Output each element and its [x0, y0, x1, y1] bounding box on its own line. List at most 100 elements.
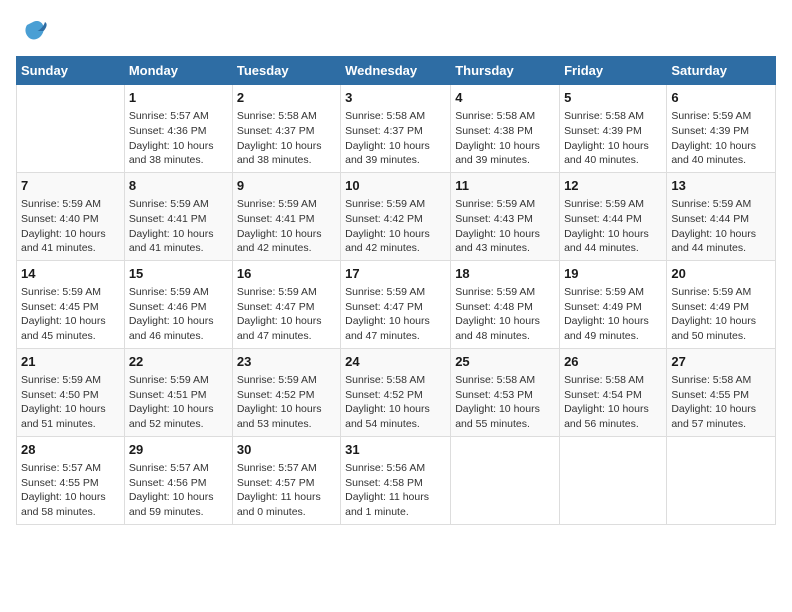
day-info: Sunrise: 5:58 AM Sunset: 4:55 PM Dayligh… — [671, 373, 771, 432]
calendar-cell: 18 Sunrise: 5:59 AM Sunset: 4:48 PM Dayli… — [451, 260, 560, 348]
day-number: 9 — [237, 177, 336, 195]
day-info: Sunrise: 5:59 AM Sunset: 4:44 PM Dayligh… — [564, 197, 662, 256]
calendar-row: 1 Sunrise: 5:57 AM Sunset: 4:36 PM Daylig… — [17, 85, 776, 173]
day-info: Sunrise: 5:58 AM Sunset: 4:52 PM Dayligh… — [345, 373, 446, 432]
calendar-cell: 29 Sunrise: 5:57 AM Sunset: 4:56 PM Dayli… — [124, 436, 232, 524]
day-number: 22 — [129, 353, 228, 371]
day-info: Sunrise: 5:59 AM Sunset: 4:41 PM Dayligh… — [237, 197, 336, 256]
calendar-table: SundayMondayTuesdayWednesdayThursdayFrid… — [16, 56, 776, 525]
calendar-cell: 13 Sunrise: 5:59 AM Sunset: 4:44 PM Dayli… — [667, 172, 776, 260]
calendar-row: 28 Sunrise: 5:57 AM Sunset: 4:55 PM Dayli… — [17, 436, 776, 524]
day-number: 16 — [237, 265, 336, 283]
day-number: 24 — [345, 353, 446, 371]
calendar-cell: 16 Sunrise: 5:59 AM Sunset: 4:47 PM Dayli… — [232, 260, 340, 348]
logo — [16, 16, 48, 46]
day-number: 12 — [564, 177, 662, 195]
weekday-header-sunday: Sunday — [17, 57, 125, 85]
day-info: Sunrise: 5:57 AM Sunset: 4:56 PM Dayligh… — [129, 461, 228, 520]
day-info: Sunrise: 5:59 AM Sunset: 4:50 PM Dayligh… — [21, 373, 120, 432]
calendar-cell: 11 Sunrise: 5:59 AM Sunset: 4:43 PM Dayli… — [451, 172, 560, 260]
day-info: Sunrise: 5:57 AM Sunset: 4:36 PM Dayligh… — [129, 109, 228, 168]
day-info: Sunrise: 5:58 AM Sunset: 4:37 PM Dayligh… — [237, 109, 336, 168]
weekday-header-row: SundayMondayTuesdayWednesdayThursdayFrid… — [17, 57, 776, 85]
day-info: Sunrise: 5:59 AM Sunset: 4:45 PM Dayligh… — [21, 285, 120, 344]
calendar-cell — [667, 436, 776, 524]
calendar-cell: 28 Sunrise: 5:57 AM Sunset: 4:55 PM Dayli… — [17, 436, 125, 524]
day-info: Sunrise: 5:58 AM Sunset: 4:39 PM Dayligh… — [564, 109, 662, 168]
day-info: Sunrise: 5:59 AM Sunset: 4:48 PM Dayligh… — [455, 285, 555, 344]
calendar-cell: 17 Sunrise: 5:59 AM Sunset: 4:47 PM Dayli… — [341, 260, 451, 348]
calendar-cell: 23 Sunrise: 5:59 AM Sunset: 4:52 PM Dayli… — [232, 348, 340, 436]
day-info: Sunrise: 5:59 AM Sunset: 4:49 PM Dayligh… — [671, 285, 771, 344]
day-number: 27 — [671, 353, 771, 371]
day-number: 4 — [455, 89, 555, 107]
logo-bird-icon — [18, 16, 48, 46]
day-number: 1 — [129, 89, 228, 107]
calendar-cell: 12 Sunrise: 5:59 AM Sunset: 4:44 PM Dayli… — [560, 172, 667, 260]
weekday-header-monday: Monday — [124, 57, 232, 85]
day-number: 10 — [345, 177, 446, 195]
calendar-header: SundayMondayTuesdayWednesdayThursdayFrid… — [17, 57, 776, 85]
calendar-cell: 25Sunrise: 5:58 AM Sunset: 4:53 PM Dayli… — [451, 348, 560, 436]
day-info: Sunrise: 5:59 AM Sunset: 4:46 PM Dayligh… — [129, 285, 228, 344]
day-number: 14 — [21, 265, 120, 283]
day-info: Sunrise: 5:59 AM Sunset: 4:41 PM Dayligh… — [129, 197, 228, 256]
calendar-cell: 30Sunrise: 5:57 AM Sunset: 4:57 PM Dayli… — [232, 436, 340, 524]
calendar-cell: 15Sunrise: 5:59 AM Sunset: 4:46 PM Dayli… — [124, 260, 232, 348]
page-header — [16, 16, 776, 46]
calendar-row: 14 Sunrise: 5:59 AM Sunset: 4:45 PM Dayli… — [17, 260, 776, 348]
day-number: 29 — [129, 441, 228, 459]
calendar-cell: 2 Sunrise: 5:58 AM Sunset: 4:37 PM Daylig… — [232, 85, 340, 173]
calendar-cell: 22 Sunrise: 5:59 AM Sunset: 4:51 PM Dayli… — [124, 348, 232, 436]
calendar-cell: 8Sunrise: 5:59 AM Sunset: 4:41 PM Daylig… — [124, 172, 232, 260]
day-info: Sunrise: 5:59 AM Sunset: 4:40 PM Dayligh… — [21, 197, 120, 256]
day-info: Sunrise: 5:59 AM Sunset: 4:44 PM Dayligh… — [671, 197, 771, 256]
day-number: 11 — [455, 177, 555, 195]
day-number: 18 — [455, 265, 555, 283]
calendar-cell: 1 Sunrise: 5:57 AM Sunset: 4:36 PM Daylig… — [124, 85, 232, 173]
day-number: 23 — [237, 353, 336, 371]
calendar-cell: 5Sunrise: 5:58 AM Sunset: 4:39 PM Daylig… — [560, 85, 667, 173]
calendar-cell — [451, 436, 560, 524]
calendar-cell: 19Sunrise: 5:59 AM Sunset: 4:49 PM Dayli… — [560, 260, 667, 348]
day-info: Sunrise: 5:59 AM Sunset: 4:47 PM Dayligh… — [237, 285, 336, 344]
day-info: Sunrise: 5:57 AM Sunset: 4:57 PM Dayligh… — [237, 461, 336, 520]
weekday-header-thursday: Thursday — [451, 57, 560, 85]
calendar-cell: 31 Sunrise: 5:56 AM Sunset: 4:58 PM Dayli… — [341, 436, 451, 524]
day-number: 2 — [237, 89, 336, 107]
calendar-cell — [17, 85, 125, 173]
calendar-cell — [560, 436, 667, 524]
day-number: 21 — [21, 353, 120, 371]
day-number: 13 — [671, 177, 771, 195]
day-info: Sunrise: 5:59 AM Sunset: 4:39 PM Dayligh… — [671, 109, 771, 168]
day-info: Sunrise: 5:59 AM Sunset: 4:52 PM Dayligh… — [237, 373, 336, 432]
calendar-row: 7 Sunrise: 5:59 AM Sunset: 4:40 PM Daylig… — [17, 172, 776, 260]
calendar-cell: 27 Sunrise: 5:58 AM Sunset: 4:55 PM Dayli… — [667, 348, 776, 436]
calendar-cell: 26Sunrise: 5:58 AM Sunset: 4:54 PM Dayli… — [560, 348, 667, 436]
calendar-cell: 3Sunrise: 5:58 AM Sunset: 4:37 PM Daylig… — [341, 85, 451, 173]
day-info: Sunrise: 5:59 AM Sunset: 4:47 PM Dayligh… — [345, 285, 446, 344]
calendar-cell: 9 Sunrise: 5:59 AM Sunset: 4:41 PM Daylig… — [232, 172, 340, 260]
day-info: Sunrise: 5:57 AM Sunset: 4:55 PM Dayligh… — [21, 461, 120, 520]
day-info: Sunrise: 5:58 AM Sunset: 4:54 PM Dayligh… — [564, 373, 662, 432]
day-info: Sunrise: 5:56 AM Sunset: 4:58 PM Dayligh… — [345, 461, 446, 520]
calendar-cell: 24 Sunrise: 5:58 AM Sunset: 4:52 PM Dayli… — [341, 348, 451, 436]
day-info: Sunrise: 5:58 AM Sunset: 4:38 PM Dayligh… — [455, 109, 555, 168]
calendar-cell: 21 Sunrise: 5:59 AM Sunset: 4:50 PM Dayli… — [17, 348, 125, 436]
weekday-header-tuesday: Tuesday — [232, 57, 340, 85]
calendar-cell: 4 Sunrise: 5:58 AM Sunset: 4:38 PM Daylig… — [451, 85, 560, 173]
calendar-row: 21 Sunrise: 5:59 AM Sunset: 4:50 PM Dayli… — [17, 348, 776, 436]
calendar-cell: 6Sunrise: 5:59 AM Sunset: 4:39 PM Daylig… — [667, 85, 776, 173]
day-info: Sunrise: 5:59 AM Sunset: 4:42 PM Dayligh… — [345, 197, 446, 256]
day-info: Sunrise: 5:59 AM Sunset: 4:51 PM Dayligh… — [129, 373, 228, 432]
day-number: 28 — [21, 441, 120, 459]
weekday-header-saturday: Saturday — [667, 57, 776, 85]
day-info: Sunrise: 5:59 AM Sunset: 4:49 PM Dayligh… — [564, 285, 662, 344]
day-number: 31 — [345, 441, 446, 459]
weekday-header-wednesday: Wednesday — [341, 57, 451, 85]
day-number: 25 — [455, 353, 555, 371]
day-info: Sunrise: 5:59 AM Sunset: 4:43 PM Dayligh… — [455, 197, 555, 256]
calendar-cell: 20Sunrise: 5:59 AM Sunset: 4:49 PM Dayli… — [667, 260, 776, 348]
day-number: 17 — [345, 265, 446, 283]
day-number: 7 — [21, 177, 120, 195]
